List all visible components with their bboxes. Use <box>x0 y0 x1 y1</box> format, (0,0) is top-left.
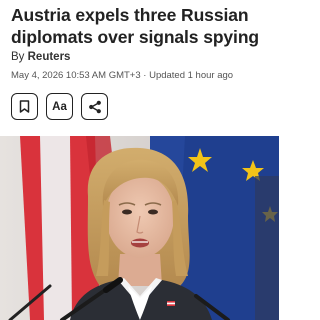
byline: By Reuters <box>11 51 70 63</box>
hero-image[interactable] <box>0 136 279 320</box>
dateline: May 4, 2026 10:53 AM GMT+3 · Updated 1 h… <box>11 70 234 81</box>
author-link[interactable]: Reuters <box>28 51 71 63</box>
bookmark-button[interactable] <box>11 93 38 120</box>
bookmark-icon <box>19 100 30 113</box>
font-size-label: Aa <box>52 100 67 113</box>
share-button[interactable] <box>81 93 108 120</box>
font-size-button[interactable]: Aa <box>46 93 73 120</box>
article-headline: Austria expels three Russian diplomats o… <box>11 5 259 47</box>
byline-prefix: By <box>11 51 25 63</box>
hero-photo <box>0 136 279 320</box>
article-toolbar: Aa <box>11 93 108 120</box>
share-icon <box>88 100 101 113</box>
